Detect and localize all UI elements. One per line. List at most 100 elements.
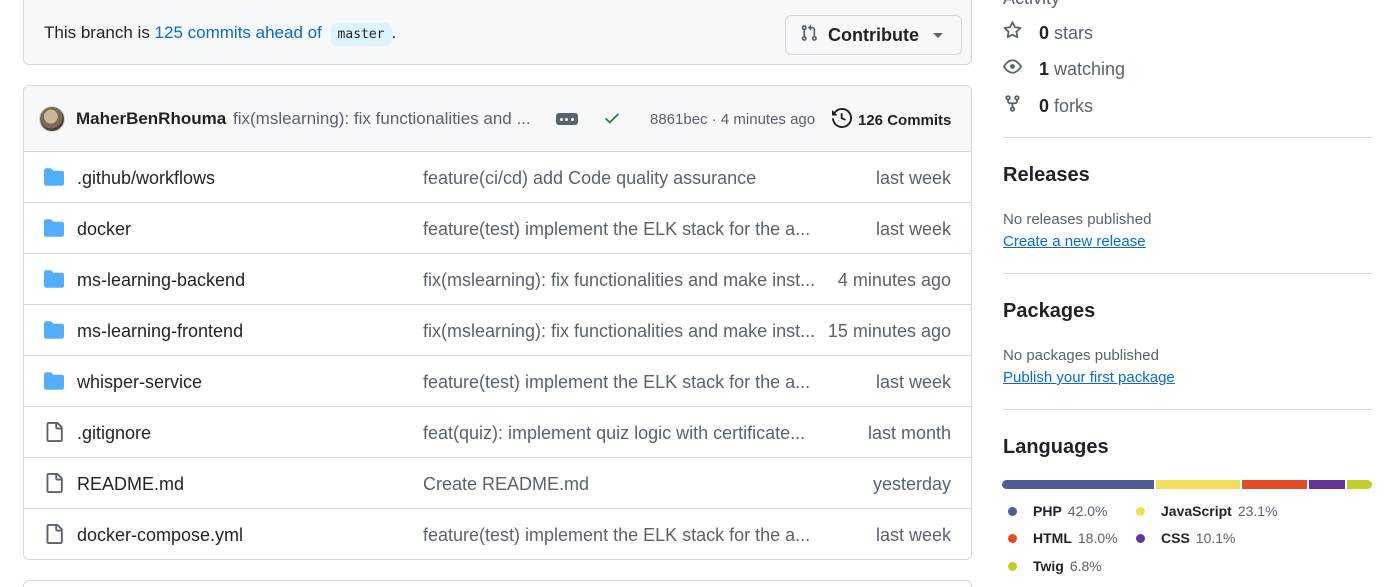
sidebar-divider bbox=[1003, 273, 1372, 274]
file-commit-time: last month bbox=[867, 423, 951, 443]
commit-history-link[interactable]: 126 Commits bbox=[832, 107, 951, 132]
folder-icon bbox=[44, 320, 64, 345]
expand-commit-message-button[interactable] bbox=[556, 113, 578, 125]
language-percent: 42.0% bbox=[1067, 503, 1108, 519]
table-row[interactable]: .gitignore feat(quiz): implement quiz log… bbox=[24, 407, 971, 458]
chevron-down-icon bbox=[933, 33, 943, 38]
commit-message-link[interactable]: fix(mslearning): fix functionalities and… bbox=[233, 109, 531, 129]
language-color-dot bbox=[1008, 506, 1017, 516]
file-commit-message-link[interactable]: Create README.md bbox=[423, 474, 589, 495]
language-name: JavaScript bbox=[1161, 503, 1232, 519]
file-name-link[interactable]: README.md bbox=[77, 474, 184, 495]
folder-icon bbox=[44, 269, 64, 294]
file-commit-message-link[interactable]: feature(ci/cd) add Code quality assuranc… bbox=[423, 168, 756, 189]
avatar[interactable] bbox=[39, 106, 65, 132]
table-row[interactable]: docker feature(test) implement the ELK st… bbox=[24, 203, 971, 254]
table-row[interactable]: ms-learning-backend fix(mslearning): fix … bbox=[24, 254, 971, 305]
eye-icon bbox=[1003, 57, 1022, 81]
table-row[interactable]: docker-compose.yml feature(test) implemen… bbox=[24, 509, 971, 559]
stars-link[interactable]: 0 stars bbox=[1003, 21, 1093, 45]
language-item[interactable]: JavaScript 23.1% bbox=[1136, 503, 1278, 519]
contribute-button[interactable]: Contribute bbox=[785, 15, 962, 55]
star-icon bbox=[1003, 21, 1022, 45]
file-name-link[interactable]: docker bbox=[77, 219, 131, 240]
language-bar-segment bbox=[1241, 480, 1307, 489]
language-color-dot bbox=[1008, 561, 1017, 571]
check-icon[interactable] bbox=[603, 109, 621, 132]
commits-ahead-link[interactable]: 125 commits ahead of bbox=[155, 23, 322, 42]
commit-hash-time[interactable]: 8861bec · 4 minutes ago bbox=[650, 111, 815, 128]
stars-label: stars bbox=[1054, 22, 1094, 43]
languages-heading: Languages bbox=[1003, 436, 1109, 458]
language-bar-segment bbox=[1156, 480, 1240, 489]
file-name-link[interactable]: ms-learning-frontend bbox=[77, 321, 243, 342]
language-bar-segment bbox=[1002, 480, 1155, 489]
file-name-link[interactable]: .github/workflows bbox=[77, 168, 215, 189]
file-name-link[interactable]: docker-compose.yml bbox=[77, 525, 243, 546]
file-commit-message-link[interactable]: feature(test) implement the ELK stack fo… bbox=[423, 372, 810, 393]
file-commit-message-link[interactable]: feature(test) implement the ELK stack fo… bbox=[423, 219, 810, 240]
language-percent: 10.1% bbox=[1195, 530, 1236, 546]
table-row[interactable]: README.md Create README.md yesterday bbox=[24, 458, 971, 509]
activity-link[interactable]: Activity bbox=[1003, 0, 1060, 9]
file-commit-time: yesterday bbox=[872, 474, 951, 494]
file-commit-time: last week bbox=[875, 372, 951, 392]
file-commit-time: last week bbox=[875, 525, 951, 545]
forks-count: 0 bbox=[1039, 95, 1050, 116]
stars-count: 0 bbox=[1039, 22, 1050, 43]
file-commit-message-link[interactable]: fix(mslearning): fix functionalities and… bbox=[423, 321, 815, 342]
file-commit-time: last week bbox=[875, 219, 951, 239]
language-percent: 23.1% bbox=[1237, 503, 1278, 519]
table-row[interactable]: .github/workflows feature(ci/cd) add Code… bbox=[24, 152, 971, 203]
branch-status-text: This branch is 125 commits ahead of mast… bbox=[44, 23, 397, 46]
sidebar-divider bbox=[1003, 409, 1372, 410]
file-list: .github/workflows feature(ci/cd) add Code… bbox=[24, 152, 971, 559]
publish-package-link[interactable]: Publish your first package bbox=[1003, 369, 1175, 386]
file-name-link[interactable]: whisper-service bbox=[77, 372, 202, 393]
history-icon bbox=[832, 107, 853, 132]
packages-heading[interactable]: Packages bbox=[1003, 300, 1095, 323]
language-name: HTML bbox=[1033, 530, 1072, 546]
forks-link[interactable]: 0 forks bbox=[1003, 94, 1093, 118]
branch-status-suffix: . bbox=[391, 23, 397, 42]
file-commit-message-link[interactable]: feature(test) implement the ELK stack fo… bbox=[423, 525, 810, 546]
language-name: Twig bbox=[1033, 558, 1064, 574]
language-percent: 6.8% bbox=[1069, 558, 1102, 574]
folder-icon bbox=[44, 167, 64, 192]
language-item[interactable]: HTML 18.0% bbox=[1008, 530, 1118, 546]
file-commit-time: last week bbox=[875, 168, 951, 188]
base-branch-badge[interactable]: master bbox=[330, 23, 392, 46]
language-bar bbox=[1002, 480, 1372, 489]
language-bar-segment bbox=[1308, 480, 1346, 489]
folder-icon bbox=[44, 218, 64, 243]
table-row[interactable]: ms-learning-frontend fix(mslearning): fix… bbox=[24, 305, 971, 356]
releases-heading[interactable]: Releases bbox=[1003, 164, 1090, 187]
file-name-link[interactable]: ms-learning-backend bbox=[77, 270, 245, 291]
file-commit-message-link[interactable]: feat(quiz): implement quiz logic with ce… bbox=[423, 423, 805, 444]
commit-author-link[interactable]: MaherBenRhouma bbox=[76, 109, 226, 129]
language-percent: 18.0% bbox=[1077, 530, 1118, 546]
file-browser: MaherBenRhouma fix(mslearning): fix func… bbox=[23, 85, 972, 560]
watchers-link[interactable]: 1 watching bbox=[1003, 57, 1125, 81]
language-name: PHP bbox=[1033, 503, 1062, 519]
branch-status-banner: This branch is 125 commits ahead of mast… bbox=[23, 0, 972, 65]
fork-icon bbox=[1003, 94, 1022, 118]
file-commit-message-link[interactable]: fix(mslearning): fix functionalities and… bbox=[423, 270, 815, 291]
branch-status-prefix: This branch is bbox=[44, 23, 155, 42]
releases-note: No releases published bbox=[1003, 211, 1152, 228]
latest-commit-bar: MaherBenRhouma fix(mslearning): fix func… bbox=[24, 86, 971, 152]
create-release-link[interactable]: Create a new release bbox=[1003, 233, 1146, 250]
file-name-link[interactable]: .gitignore bbox=[77, 423, 151, 444]
watching-count: 1 bbox=[1039, 58, 1050, 79]
table-row[interactable]: whisper-service feature(test) implement t… bbox=[24, 356, 971, 407]
language-bar-segment bbox=[1347, 480, 1372, 489]
language-color-dot bbox=[1136, 506, 1145, 516]
forks-label: forks bbox=[1054, 95, 1094, 116]
language-item[interactable]: PHP 42.0% bbox=[1008, 503, 1108, 519]
file-icon bbox=[44, 422, 64, 447]
pull-request-icon bbox=[800, 24, 818, 47]
language-item[interactable]: Twig 6.8% bbox=[1008, 558, 1102, 574]
packages-note: No packages published bbox=[1003, 347, 1159, 364]
file-icon bbox=[44, 524, 64, 549]
language-item[interactable]: CSS 10.1% bbox=[1136, 530, 1236, 546]
